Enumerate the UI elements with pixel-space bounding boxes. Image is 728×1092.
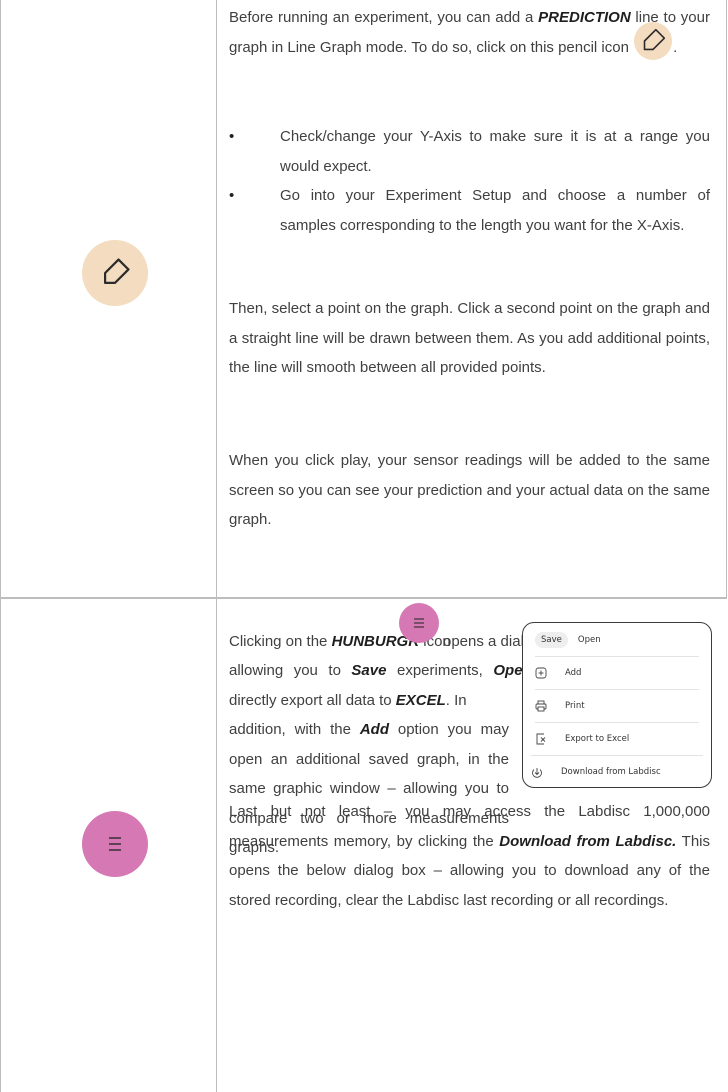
prediction-intro-pre: Before running an experiment, you can ad… — [229, 9, 539, 26]
menu-top-row: Save Open — [523, 623, 711, 656]
download-menu-label: Download from Labdisc — [561, 767, 661, 777]
prediction-intro: Before running an experiment, you can ad… — [229, 3, 710, 62]
table-border-left — [0, 0, 1, 1092]
hamburger-text-f: experiments, — [386, 662, 494, 679]
save-keyword: Save — [351, 662, 387, 679]
bullet-item-yaxis: Check/change your Y-Axis to make sure it… — [229, 122, 710, 181]
play-paragraph: When you click play, your sensor reading… — [229, 452, 710, 528]
print-menu-item[interactable]: Print — [535, 689, 699, 722]
add-menu-item[interactable]: Add — [535, 656, 699, 689]
download-icon — [531, 766, 551, 778]
add-menu-label: Add — [565, 668, 582, 678]
select-point-paragraph: Then, select a point on the graph. Click… — [229, 300, 710, 376]
export-excel-icon — [535, 733, 555, 745]
download-keyword: Download from Labdisc. — [499, 832, 677, 850]
prediction-intro-end: . — [673, 38, 678, 56]
hamburger-text-a: Clicking on the — [229, 633, 332, 650]
save-button[interactable]: Save — [535, 631, 568, 648]
table-row-divider — [0, 597, 727, 599]
download-menu-item[interactable]: Download from Labdisc — [531, 755, 703, 787]
pencil-inline-icon — [633, 21, 673, 61]
table-column-divider — [216, 0, 217, 1092]
hamburger-inline-icon — [399, 603, 439, 643]
table-border-right — [726, 0, 727, 598]
setup-bullets: Check/change your Y-Axis to make sure it… — [229, 122, 710, 240]
hamburger-menu-icon — [82, 811, 148, 877]
add-keyword: Add — [359, 721, 389, 738]
labdisc-paragraph: Last but not least – you may access the … — [229, 797, 710, 915]
printer-icon — [535, 700, 555, 712]
hamburger-text-j-short: . In — [445, 691, 467, 709]
print-menu-label: Print — [565, 701, 585, 711]
instruction-table: Before running an experiment, you can ad… — [0, 0, 727, 1092]
excel-keyword: EXCEL — [395, 691, 446, 709]
file-menu-dialog: Save Open Add Print Export to Excel Down… — [522, 622, 712, 788]
prediction-keyword: PREDICTION — [538, 9, 631, 26]
pencil-icon — [82, 240, 148, 306]
export-menu-item[interactable]: Export to Excel — [535, 722, 699, 755]
add-plus-icon — [535, 667, 555, 679]
open-button[interactable]: Open — [578, 635, 601, 645]
export-menu-label: Export to Excel — [565, 734, 630, 744]
bullet-item-samples: Go into your Experiment Setup and choose… — [229, 181, 710, 240]
